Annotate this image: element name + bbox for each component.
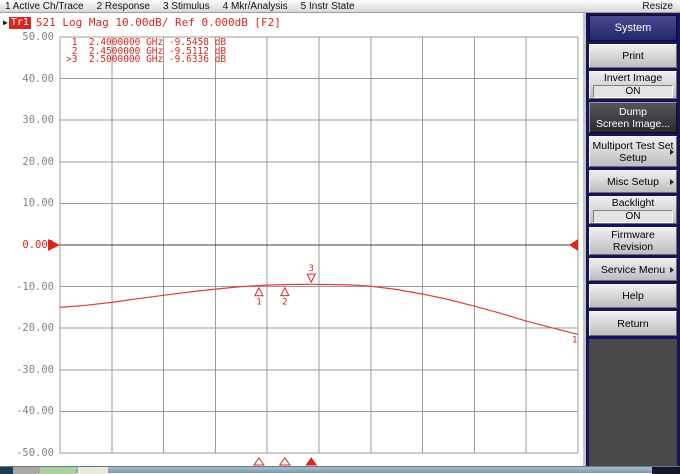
taskbar[interactable]: [0, 466, 680, 474]
y-axis-tick-label: 40.00: [22, 72, 54, 85]
marker-readout-row: >3 2.5000000 GHz -9.6336 dB: [66, 54, 227, 65]
softkey-label: Help: [622, 290, 644, 302]
menu-item-4-mkr-analysis[interactable]: 4 Mkr/Analysis: [223, 1, 288, 12]
menu-item-5-instr-state[interactable]: 5 Instr State: [301, 1, 355, 12]
submenu-arrow-icon: [670, 266, 674, 273]
softkey-label: Screen Image...: [595, 117, 671, 130]
softkey-label: Backlight: [611, 197, 655, 209]
softkey-label: Setup: [619, 151, 647, 164]
softkey-label: Revision: [612, 241, 654, 253]
softkey-firmware-revision[interactable]: Firmware Revision: [589, 227, 677, 255]
y-axis-tick-label: -50.00: [16, 447, 54, 459]
y-axis-tick-label: -30.00: [16, 363, 54, 376]
trace-format-text: S21 Log Mag 10.00dB/ Ref 0.000dB [F2]: [35, 16, 281, 29]
menu-bar: 1 Active Ch/Trace 2 Response 3 Stimulus 4 M…: [0, 0, 680, 13]
sidebar-empty-area: [589, 339, 677, 466]
active-trace-arrow-icon: ▶: [3, 18, 8, 27]
softkey-help[interactable]: Help: [589, 284, 677, 308]
plot-svg: 1 1 2 3: [48, 36, 579, 466]
softkey-invert-image[interactable]: Invert Image ON: [589, 71, 677, 99]
softkey-label: Dump: [618, 105, 647, 118]
softkey-label: Invert Image: [603, 72, 663, 84]
y-axis-tick-label: 10.00: [22, 197, 54, 210]
marker-3-icon[interactable]: [306, 273, 317, 284]
softkey-multiport-test-set-setup[interactable]: Multiport Test Set Setup: [589, 136, 677, 167]
softkey-label: Return: [617, 317, 649, 330]
softkey-sidebar: System Print Invert Image ON Dump Screen Ima…: [583, 13, 680, 466]
trace-status-line: ▶ Tr1 S21 Log Mag 10.00dB/ Ref 0.000dB […: [3, 16, 281, 29]
softkey-return[interactable]: Return: [589, 311, 677, 336]
softkey-print[interactable]: Print: [589, 44, 677, 68]
reference-level-label: 0.000: [22, 239, 54, 251]
y-axis-tick-label: -10.00: [16, 280, 54, 293]
softkey-service-menu[interactable]: Service Menu: [589, 258, 677, 281]
trace-number-label: 1: [572, 335, 577, 345]
marker-readout-table: 1 2.4000000 GHz -9.5458 dB 2 2.4500000 G…: [66, 38, 227, 65]
softkey-label: Print: [622, 50, 644, 62]
y-axis-tick-label: 30.00: [22, 114, 54, 127]
trace-badge: Tr1: [8, 16, 31, 29]
softkey-misc-setup[interactable]: Misc Setup: [589, 170, 677, 193]
marker-1-icon[interactable]: [254, 286, 264, 297]
reference-marker-right-icon: [569, 239, 578, 251]
menu-item-2-response[interactable]: 2 Response: [97, 1, 150, 12]
marker-3-number: 3: [309, 264, 314, 274]
softkey-label: Firmware: [611, 229, 655, 241]
marker-2-number: 2: [282, 298, 287, 308]
submenu-arrow-icon: [670, 148, 674, 155]
softkey-label: Service Menu: [600, 263, 666, 276]
softkey-dump-screen-image[interactable]: Dump Screen Image...: [589, 102, 677, 133]
softkey-value: ON: [593, 210, 673, 223]
y-axis-tick-label: 20.00: [22, 155, 54, 168]
submenu-arrow-icon: [670, 178, 674, 185]
y-axis-tick-label: -20.00: [16, 322, 54, 335]
y-axis-tick-label: 50.00: [22, 31, 54, 43]
softkey-backlight[interactable]: Backlight ON: [589, 196, 677, 224]
marker-2-icon[interactable]: [280, 286, 290, 297]
y-axis-tick-label: -40.00: [16, 405, 54, 418]
menu-item-1-active-ch-trace[interactable]: 1 Active Ch/Trace: [5, 1, 84, 12]
graticule: 1 1 2 3: [48, 36, 579, 466]
resize-button[interactable]: Resize: [642, 1, 673, 12]
menu-item-3-stimulus[interactable]: 3 Stimulus: [163, 1, 210, 12]
softkey-label: Multiport Test Set: [592, 139, 674, 152]
softkey-value: ON: [593, 85, 673, 98]
softkey-menu-title: System: [589, 15, 677, 41]
softkey-label: Misc Setup: [607, 175, 659, 188]
marker-1-number: 1: [256, 298, 261, 308]
